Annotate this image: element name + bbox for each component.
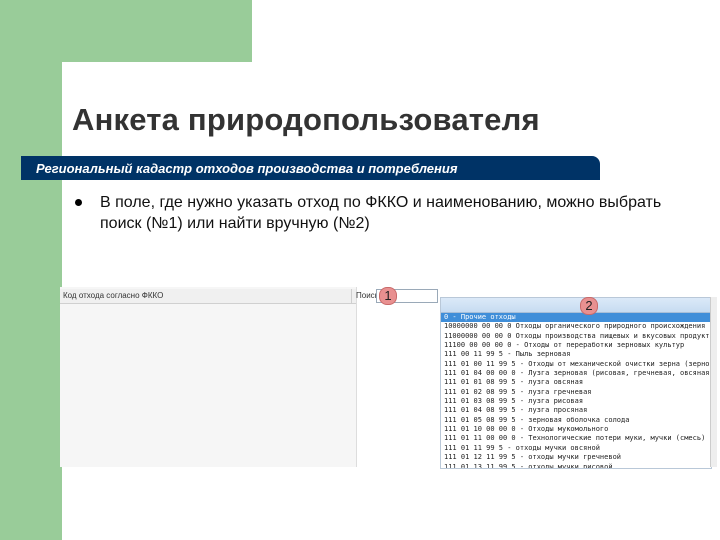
subtitle-banner-text: Региональный кадастр отходов производств… — [36, 161, 458, 176]
fkko-dropdown-list[interactable]: 0 - Прочие отходы 10000000 00 00 0 Отходы… — [440, 297, 712, 469]
list-scrollbar[interactable] — [710, 297, 717, 467]
list-rows: 0 - Прочие отходы 10000000 00 00 0 Отходы… — [441, 313, 711, 469]
bullet-text: В поле, где нужно указать отход по ФККО … — [100, 194, 662, 232]
form-screenshot-area — [60, 287, 357, 467]
field-label: Код отхода согласно ФККО — [63, 291, 164, 300]
list-item[interactable]: 111 01 11 00 00 0 - Технологические поте… — [441, 434, 711, 443]
list-item[interactable]: 111 01 04 08 99 5 - лузга просяная — [441, 406, 711, 415]
list-item[interactable]: 111 01 13 11 99 5 - отходы мучки рисовой — [441, 463, 711, 469]
green-side-bar — [0, 0, 62, 540]
list-item[interactable]: 111 01 02 08 99 5 - лузга гречневая — [441, 388, 711, 397]
list-item[interactable]: 11000000 00 00 0 Отходы производства пищ… — [441, 332, 711, 341]
list-item[interactable]: 111 01 12 11 99 5 - отходы мучки гречнев… — [441, 453, 711, 462]
marker-2-badge: 2 — [580, 297, 598, 315]
slide-title: Анкета природопользователя — [72, 102, 540, 137]
list-item[interactable]: 111 01 05 08 99 5 - зерновая оболочка со… — [441, 416, 711, 425]
list-item[interactable]: 10000000 00 00 0 Отходы органического пр… — [441, 322, 711, 331]
list-item[interactable]: 0 - Прочие отходы — [441, 313, 711, 323]
field-divider — [351, 289, 352, 304]
list-item[interactable]: 111 01 11 99 5 - отходы мучки овсяной — [441, 444, 711, 453]
list-item[interactable]: 11100 00 00 00 0 - Отходы от переработки… — [441, 341, 711, 350]
marker-1-badge: 1 — [379, 287, 397, 305]
list-item[interactable]: 111 01 00 11 99 5 - Отходы от механическ… — [441, 360, 711, 369]
list-item[interactable]: 111 01 10 00 00 0 - Отходы мукомольного — [441, 425, 711, 434]
list-item[interactable]: 111 01 04 00 00 0 - Лузга зерновая (рисо… — [441, 369, 711, 378]
list-item[interactable]: 111 00 11 99 5 - Пыль зерновая — [441, 350, 711, 359]
list-item[interactable]: 111 01 01 08 99 5 - лузга овсяная — [441, 378, 711, 387]
list-header — [441, 298, 711, 313]
search-label: Поиск — [356, 291, 379, 300]
list-item[interactable]: 111 01 03 08 99 5 - лузга рисовая — [441, 397, 711, 406]
bullet-icon — [75, 199, 82, 206]
